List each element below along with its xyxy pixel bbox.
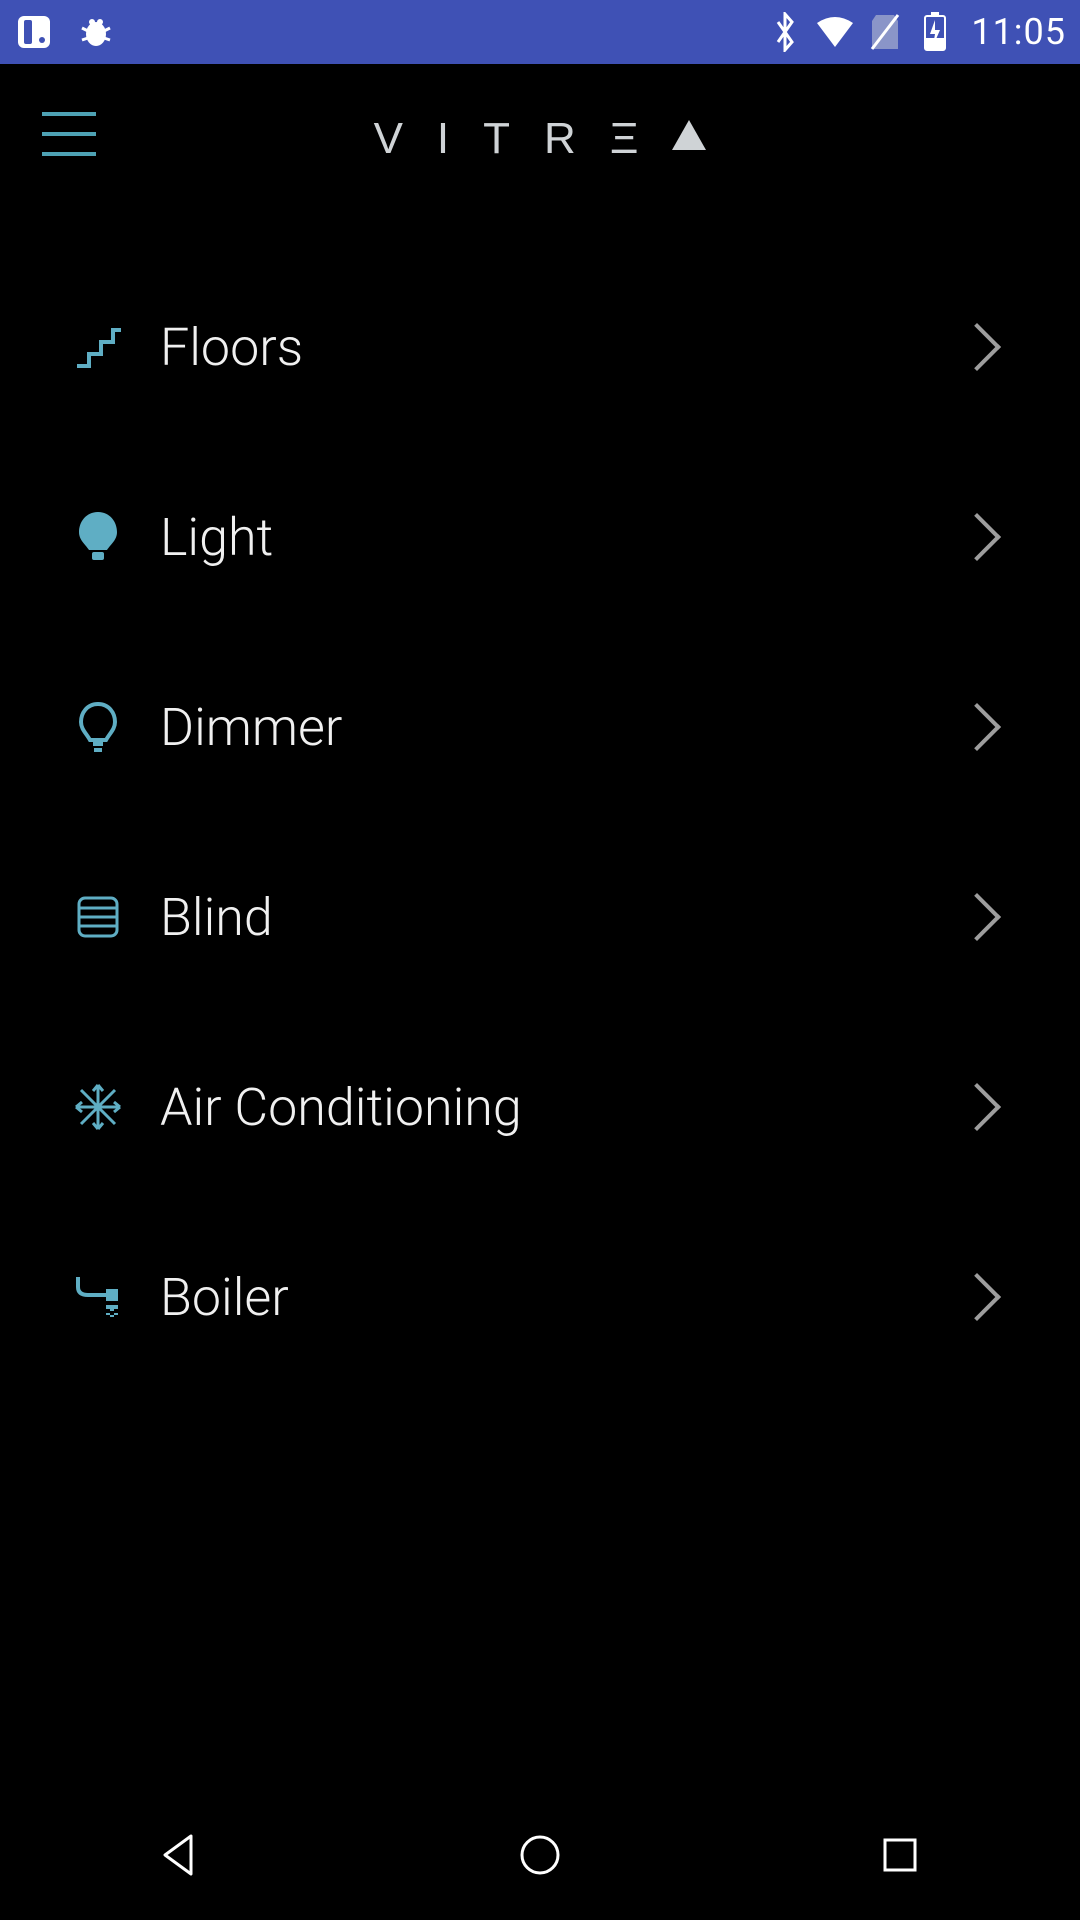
brand-letter: I <box>437 114 449 164</box>
menu-item-dimmer[interactable]: Dimmer <box>70 632 1010 822</box>
battery-charging-icon <box>915 12 955 52</box>
blind-icon <box>70 889 126 945</box>
category-list: Floors Light Dimmer Blind Air Conditioni… <box>0 252 1080 1392</box>
hamburger-menu-button[interactable] <box>42 112 96 156</box>
menu-item-boiler[interactable]: Boiler <box>70 1202 1010 1392</box>
bluetooth-icon <box>765 12 805 52</box>
status-bar: 11:05 <box>0 0 1080 64</box>
menu-item-label: Boiler <box>126 1267 960 1328</box>
menu-item-light[interactable]: Light <box>70 442 1010 632</box>
shower-icon <box>70 1269 126 1325</box>
brand-letter: R <box>544 114 576 164</box>
no-sim-icon <box>865 12 905 52</box>
bug-icon <box>76 12 116 52</box>
status-left-group <box>14 12 116 52</box>
app-header: V I T R Ξ <box>0 64 1080 214</box>
chevron-right-icon <box>953 513 1001 561</box>
brand-logo: V I T R Ξ <box>374 114 707 164</box>
menu-item-label: Blind <box>126 887 960 948</box>
bulb-icon <box>70 509 126 565</box>
menu-item-air-conditioning[interactable]: Air Conditioning <box>70 1012 1010 1202</box>
menu-item-label: Floors <box>126 317 960 378</box>
chevron-right-icon <box>953 1083 1001 1131</box>
chevron-right-icon <box>953 893 1001 941</box>
menu-item-floors[interactable]: Floors <box>70 252 1010 442</box>
menu-item-label: Light <box>126 507 960 568</box>
nav-back-button[interactable] <box>110 1820 250 1890</box>
brand-letter: T <box>483 114 510 164</box>
menu-item-blind[interactable]: Blind <box>70 822 1010 1012</box>
nav-recent-button[interactable] <box>830 1820 970 1890</box>
chevron-right-icon <box>953 323 1001 371</box>
wifi-icon <box>815 12 855 52</box>
android-nav-bar <box>0 1790 1080 1920</box>
nav-home-button[interactable] <box>470 1820 610 1890</box>
brand-triangle-icon <box>672 122 706 156</box>
chevron-right-icon <box>953 703 1001 751</box>
brand-letter: Ξ <box>610 114 639 164</box>
status-right-group: 11:05 <box>765 11 1066 53</box>
status-clock: 11:05 <box>971 11 1066 53</box>
bulb-outline-icon <box>70 699 126 755</box>
menu-item-label: Air Conditioning <box>126 1077 960 1138</box>
snowflake-icon <box>70 1079 126 1135</box>
menu-item-label: Dimmer <box>126 697 960 758</box>
chevron-right-icon <box>953 1273 1001 1321</box>
brand-letter: V <box>374 114 403 164</box>
stairs-icon <box>70 319 126 375</box>
app-badge-icon <box>14 12 54 52</box>
